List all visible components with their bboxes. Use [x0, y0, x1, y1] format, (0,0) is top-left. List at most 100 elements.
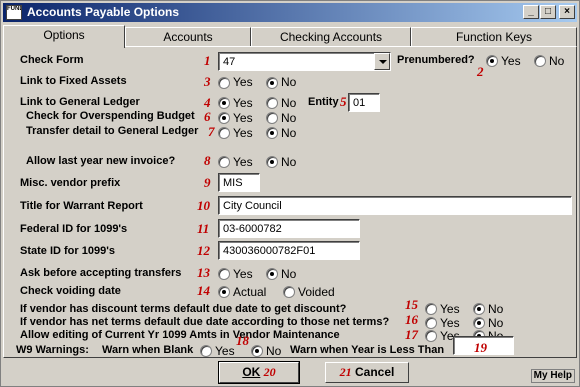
w9-no-label: No	[266, 344, 282, 358]
general-ledger-yes-label: Yes	[233, 96, 253, 110]
w9-yes-label: Yes	[215, 344, 235, 358]
state-id-input[interactable]: 430036000782F01	[218, 241, 360, 260]
step-number: 16	[405, 312, 418, 327]
step-number: 17	[405, 327, 418, 342]
step-number: 8	[204, 153, 211, 168]
step-number: 14	[197, 283, 210, 298]
warrant-title-label: Title for Warrant Report	[20, 200, 143, 212]
fixed-assets-no-radio[interactable]	[266, 77, 278, 89]
check-form-combo[interactable]: 47	[218, 52, 391, 71]
step-number: 2	[477, 64, 484, 79]
chevron-down-icon[interactable]	[374, 53, 390, 70]
federal-id-input[interactable]: 03-6000782	[218, 219, 360, 238]
tab-options[interactable]: Options	[3, 25, 125, 48]
ask-transfers-no-radio[interactable]	[266, 268, 278, 280]
cancel-button-label: Cancel	[354, 365, 395, 379]
prenumbered-label: Prenumbered?	[397, 54, 475, 66]
last-year-invoice-yes-label: Yes	[233, 155, 253, 169]
net-terms-yes-radio[interactable]	[425, 317, 437, 329]
voiding-voided-radio[interactable]	[283, 286, 295, 298]
tab-checking-accounts[interactable]: Checking Accounts	[251, 27, 411, 47]
voiding-voided-label: Voided	[298, 285, 335, 299]
prenumbered-no-label: No	[549, 54, 565, 68]
w9-no-radio[interactable]	[251, 345, 263, 357]
edit-1099-label: Allow editing of Current Yr 1099 Amts in…	[20, 329, 340, 341]
transfer-detail-yes-label: Yes	[233, 126, 253, 140]
step-number: 15	[405, 297, 418, 312]
entity-input[interactable]: 01	[348, 93, 380, 112]
overspending-no-label: No	[281, 111, 297, 125]
prenumbered-yes-radio[interactable]	[486, 55, 498, 67]
maximize-button[interactable]: □	[540, 5, 556, 19]
voiding-date-label: Check voiding date	[20, 285, 121, 297]
last-year-invoice-no-label: No	[281, 155, 297, 169]
step-number: 21	[339, 365, 352, 379]
tab-accounts[interactable]: Accounts	[125, 27, 251, 47]
overspending-yes-radio[interactable]	[218, 112, 230, 124]
title-bar[interactable]: FUND Accounts Payable Options _ □ ×	[3, 3, 577, 22]
last-year-invoice-label: Allow last year new invoice?	[26, 155, 176, 167]
step-number: 11	[197, 221, 210, 236]
minimize-button[interactable]: _	[523, 5, 539, 19]
discount-terms-yes-radio[interactable]	[425, 303, 437, 315]
discount-terms-no-label: No	[488, 302, 504, 316]
step-number: 18	[236, 333, 249, 348]
discount-terms-no-radio[interactable]	[473, 303, 485, 315]
federal-id-label: Federal ID for 1099's	[20, 223, 128, 235]
voiding-actual-radio[interactable]	[218, 286, 230, 298]
net-terms-no-label: No	[488, 316, 504, 330]
edit-1099-yes-radio[interactable]	[425, 330, 437, 342]
w9-yes-radio[interactable]	[200, 345, 212, 357]
ask-transfers-no-label: No	[281, 267, 297, 281]
last-year-invoice-no-radio[interactable]	[266, 156, 278, 168]
step-number: 10	[197, 198, 210, 213]
general-ledger-no-radio[interactable]	[266, 97, 278, 109]
button-bar: OK 20 21 Cancel My Help	[3, 361, 577, 385]
check-form-label: Check Form	[20, 54, 84, 66]
ok-button[interactable]: OK 20	[218, 361, 300, 384]
transfer-detail-label: Transfer detail to General Ledger	[26, 125, 199, 137]
general-ledger-yes-radio[interactable]	[218, 97, 230, 109]
discount-terms-yes-label: Yes	[440, 302, 460, 316]
prenumbered-yes-label: Yes	[501, 54, 521, 68]
state-id-label: State ID for 1099's	[20, 245, 115, 257]
overspending-no-radio[interactable]	[266, 112, 278, 124]
fixed-assets-yes-label: Yes	[233, 75, 253, 89]
step-number: 13	[197, 265, 210, 280]
close-button[interactable]: ×	[559, 5, 575, 19]
net-terms-no-radio[interactable]	[473, 317, 485, 329]
fixed-assets-yes-radio[interactable]	[218, 77, 230, 89]
fund-app-icon: FUND	[6, 5, 22, 20]
warrant-title-input[interactable]: City Council	[218, 196, 572, 215]
vendor-prefix-input[interactable]: MIS	[218, 173, 260, 192]
last-year-invoice-yes-radio[interactable]	[218, 156, 230, 168]
w9-year-label: Warn when Year is Less Than	[290, 344, 445, 356]
prenumbered-no-radio[interactable]	[534, 55, 546, 67]
net-terms-label: If vendor has net terms default due date…	[20, 316, 390, 328]
entity-label: Entity	[308, 96, 339, 108]
ask-transfers-label: Ask before accepting transfers	[20, 267, 182, 279]
w9-blank-label: Warn when Blank	[102, 344, 194, 356]
vendor-prefix-label: Misc. vendor prefix	[20, 177, 121, 189]
fixed-assets-no-label: No	[281, 75, 297, 89]
transfer-detail-yes-radio[interactable]	[218, 127, 230, 139]
overspending-yes-label: Yes	[233, 111, 253, 125]
fixed-assets-label: Link to Fixed Assets	[20, 75, 127, 87]
w9-year-input[interactable]: 19	[453, 336, 514, 355]
options-panel: Check Form 1 47 Prenumbered? Yes No 2 Li…	[3, 46, 577, 358]
ask-transfers-yes-label: Yes	[233, 267, 253, 281]
step-number: 7	[208, 124, 215, 139]
step-number: 5	[340, 94, 347, 109]
step-number: 9	[204, 175, 211, 190]
transfer-detail-no-radio[interactable]	[266, 127, 278, 139]
dialog-window: FUND Accounts Payable Options _ □ × Opti…	[0, 0, 580, 387]
voiding-actual-label: Actual	[233, 285, 267, 299]
step-number: 3	[204, 74, 211, 89]
cancel-button[interactable]: 21 Cancel	[325, 362, 409, 383]
ask-transfers-yes-radio[interactable]	[218, 268, 230, 280]
step-number: 12	[197, 243, 210, 258]
w9-warnings-label: W9 Warnings:	[16, 344, 89, 356]
window-title: Accounts Payable Options	[27, 5, 180, 19]
my-help-button[interactable]: My Help	[530, 369, 575, 383]
tab-function-keys[interactable]: Function Keys	[411, 27, 577, 47]
